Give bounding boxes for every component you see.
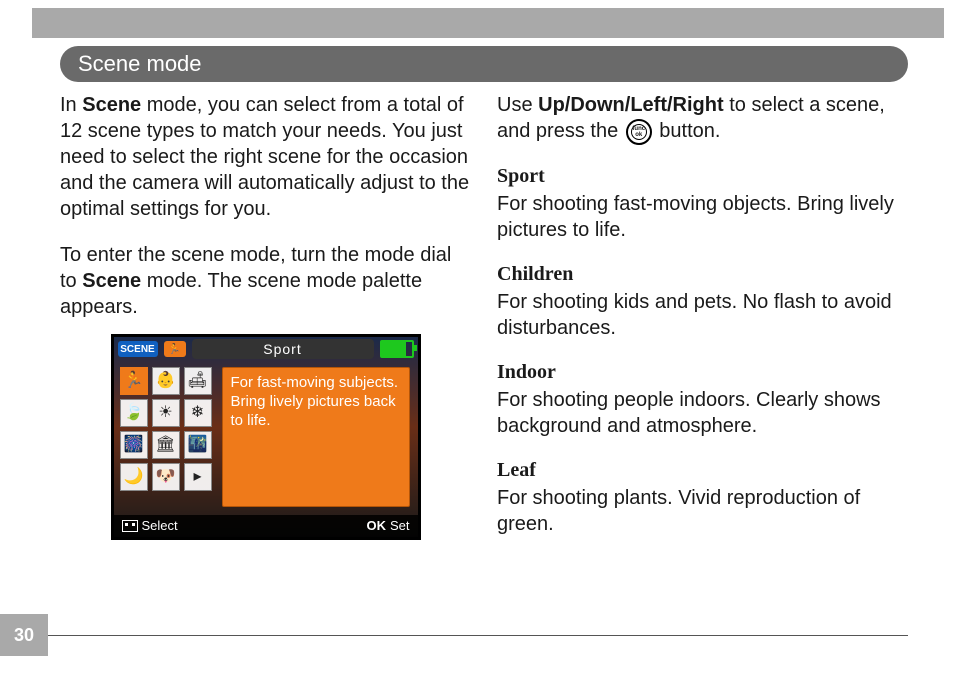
right-column: Use Up/Down/Left/Right to select a scene… [497, 92, 908, 614]
scene-icon-museum: 🏛 [152, 431, 180, 459]
text: Use [497, 94, 538, 116]
scene-heading-indoor: Indoor [497, 359, 908, 385]
ok-label: OK [366, 518, 386, 535]
text-bold: Up/Down/Left/Right [538, 94, 724, 116]
lcd-description-box: For fast-moving subjects. Bring lively p… [222, 367, 410, 507]
instruction-paragraph: Use Up/Down/Left/Right to select a scene… [497, 92, 908, 145]
enter-paragraph: To enter the scene mode, turn the mode d… [60, 242, 471, 320]
scene-icon-leaf: 🍃 [120, 399, 148, 427]
runner-icon: 🏃 [164, 341, 186, 357]
text: button. [654, 120, 721, 142]
lcd-bottom-bar: Select OK Set [114, 515, 418, 537]
intro-paragraph: In Scene mode, you can select from a tot… [60, 92, 471, 222]
scene-icon-sport: 🏃 [120, 367, 148, 395]
section-heading: Scene mode [60, 46, 908, 82]
scene-icon-indoor: 🛋 [184, 367, 212, 395]
dpad-icon [122, 520, 138, 532]
scene-icon-moon: 🌙 [120, 463, 148, 491]
scene-icon-sun: ☀ [152, 399, 180, 427]
page-number-text: 30 [14, 625, 34, 646]
scene-desc-sport: For shooting fast-moving objects. Bring … [497, 191, 908, 243]
content-columns: In Scene mode, you can select from a tot… [60, 92, 908, 614]
scene-icon-firework: 🎆 [120, 431, 148, 459]
select-hint: Select [122, 518, 178, 535]
scene-desc-indoor: For shooting people indoors. Clearly sho… [497, 387, 908, 439]
scene-icon-children: 👶 [152, 367, 180, 395]
scene-desc-leaf: For shooting plants. Vivid reproduction … [497, 485, 908, 537]
scene-icon-grid: 🏃 👶 🛋 🍃 ☀ ❄ 🎆 🏛 🌃 🌙 🐶 ▸ [120, 367, 216, 491]
set-hint: OK Set [366, 518, 409, 535]
scene-icon-more: ▸ [184, 463, 212, 491]
scene-icon-pet: 🐶 [152, 463, 180, 491]
select-label: Select [142, 518, 178, 535]
lcd-description-text: For fast-moving subjects. Bring lively p… [231, 374, 399, 429]
section-heading-text: Scene mode [78, 51, 202, 77]
scene-heading-leaf: Leaf [497, 457, 908, 483]
page-number: 30 [0, 614, 48, 656]
lcd-illustration: SCENE 🏃 Sport 🏃 👶 🛋 🍃 ☀ ❄ 🎆 🏛 [111, 334, 421, 540]
text: In [60, 94, 82, 116]
scene-heading-sport: Sport [497, 163, 908, 189]
header-bar [32, 8, 944, 38]
func-ok-label: func ok [632, 126, 645, 138]
footer-rule [48, 635, 908, 636]
battery-icon [380, 340, 414, 358]
text-bold: Scene [82, 94, 141, 116]
scene-badge: SCENE [118, 341, 158, 357]
left-column: In Scene mode, you can select from a tot… [60, 92, 471, 614]
lcd-screen: SCENE 🏃 Sport 🏃 👶 🛋 🍃 ☀ ❄ 🎆 🏛 [111, 334, 421, 540]
scene-icon-snow: ❄ [184, 399, 212, 427]
func-ok-button-icon: func ok [626, 119, 652, 145]
scene-icon-night: 🌃 [184, 431, 212, 459]
lcd-top-bar: SCENE 🏃 Sport [114, 337, 418, 361]
scene-desc-children: For shooting kids and pets. No flash to … [497, 289, 908, 341]
lcd-title: Sport [192, 339, 374, 359]
set-label: Set [390, 518, 410, 535]
scene-heading-children: Children [497, 261, 908, 287]
text-bold: Scene [82, 270, 141, 292]
